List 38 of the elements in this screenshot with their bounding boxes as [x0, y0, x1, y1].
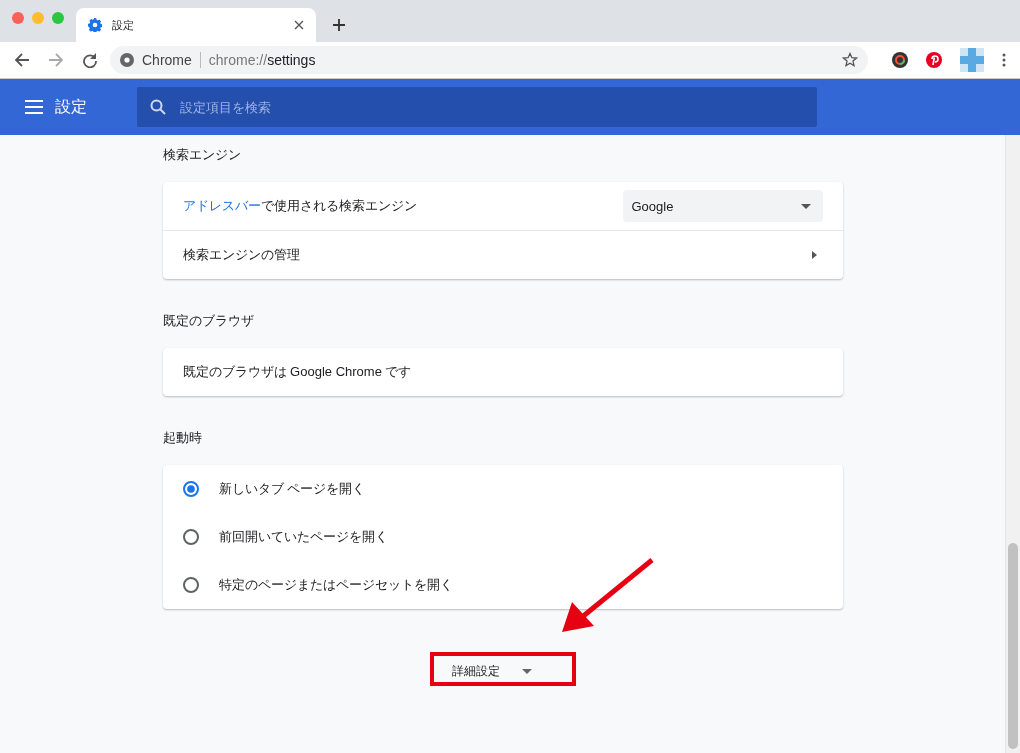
star-icon[interactable]: [842, 52, 858, 68]
more-icon[interactable]: [1002, 53, 1006, 67]
setting-text: 既定のブラウザは Google Chrome です: [182, 363, 413, 381]
gear-icon: [88, 18, 102, 32]
settings-link-row[interactable]: 検索エンジンの管理: [162, 230, 843, 279]
reload-icon[interactable]: [82, 52, 98, 68]
close-icon[interactable]: [294, 20, 304, 30]
address-bar[interactable]: Chrome chrome://settings: [110, 46, 868, 74]
advanced-settings-button[interactable]: 詳細設定: [435, 658, 570, 684]
setting-label: アドレスバーで使用される検索エンジン: [182, 197, 418, 215]
caret-icon: [800, 203, 811, 209]
radio-label: 前回開いていたページを開く: [218, 528, 389, 546]
section-heading: 検索エンジン: [162, 146, 242, 164]
radio-button[interactable]: [182, 481, 199, 497]
url-text: chrome://settings: [208, 52, 317, 68]
tab-title: 設定: [112, 17, 135, 33]
radio-label: 特定のページまたはページセットを開く: [218, 576, 454, 594]
radio-button[interactable]: [182, 577, 199, 593]
engine-dropdown[interactable]: Google: [622, 190, 823, 222]
pin-logo-icon[interactable]: [926, 52, 942, 68]
radio-button[interactable]: [182, 529, 199, 545]
address-bar-link[interactable]: アドレスバー: [182, 198, 261, 213]
radio-label: 新しいタブ ページを開く: [218, 480, 367, 498]
menu-icon[interactable]: [25, 100, 43, 114]
section-heading: 既定のブラウザ: [162, 312, 255, 330]
site-label: Chrome: [142, 52, 201, 68]
back-icon[interactable]: [14, 52, 30, 68]
browser-tab[interactable]: 設定: [76, 8, 316, 42]
search-field[interactable]: 設定項目を検索: [137, 87, 817, 127]
camera-lens-icon[interactable]: [892, 52, 908, 68]
scrollbar-thumb[interactable]: [1008, 543, 1018, 749]
chevron-icon: [811, 251, 817, 259]
page-title: 設定: [55, 96, 88, 117]
caret-icon: [521, 668, 532, 674]
scrollbar[interactable]: [1005, 135, 1020, 753]
globe-icon: [120, 53, 134, 67]
new-tab-icon[interactable]: [332, 18, 346, 32]
section-heading: 起動時: [162, 429, 203, 447]
